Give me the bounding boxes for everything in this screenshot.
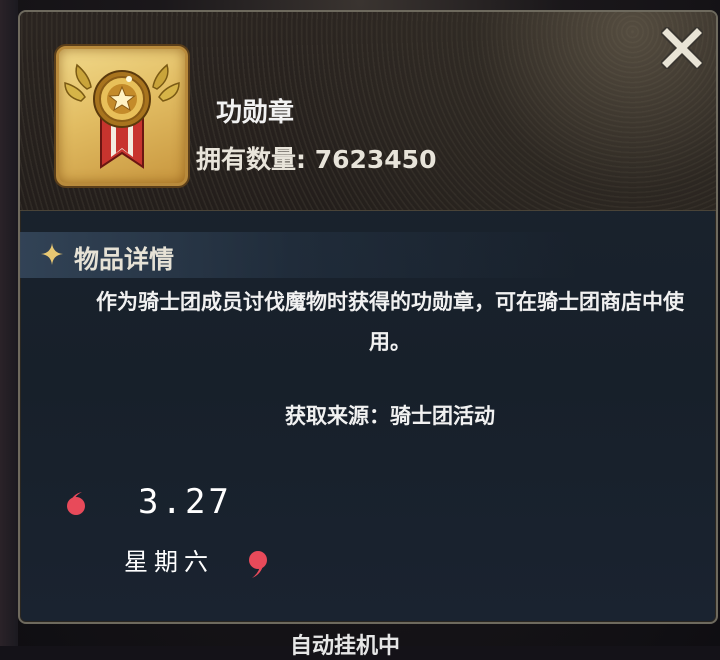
open-quote-icon: [60, 488, 90, 522]
section-title: 物品详情: [74, 245, 175, 274]
item-description: 作为骑士团成员讨伐魔物时获得的功勋章，可在骑士团商店中使用。: [96, 290, 684, 354]
background-edge: [0, 0, 18, 646]
close-button[interactable]: [658, 24, 706, 72]
item-name: 功勋章: [216, 98, 295, 128]
date-text: 3.27: [138, 482, 232, 522]
medal-icon: [64, 63, 180, 169]
weekday-text: 星期六: [124, 548, 214, 576]
item-source: 获取来源：骑士团活动: [285, 404, 495, 428]
item-icon-frame: [56, 46, 188, 186]
item-info-panel: 功勋章 拥有数量: 7623450 物品详情 作为骑士团成员讨伐魔物时获得的功勋…: [18, 10, 718, 624]
close-icon: [661, 27, 703, 69]
auto-battle-status: 自动挂机中: [290, 634, 401, 659]
sparkle-icon: [40, 242, 64, 270]
close-quote-icon: [244, 548, 274, 586]
item-count: 拥有数量: 7623450: [196, 145, 437, 174]
